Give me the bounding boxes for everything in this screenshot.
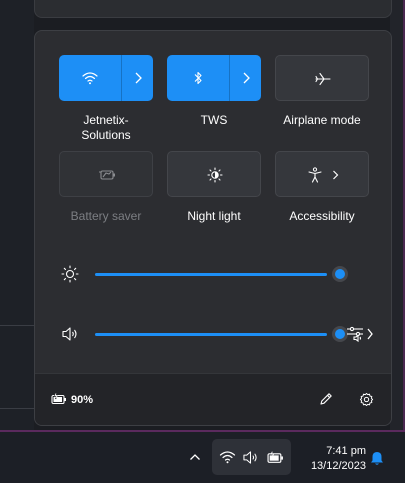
speaker-icon[interactable] <box>60 324 80 344</box>
speaker-icon <box>241 449 259 465</box>
pencil-icon[interactable] <box>316 389 336 409</box>
battery-charging-icon[interactable] <box>50 390 68 408</box>
brightness-track[interactable] <box>95 273 327 276</box>
notification-panel <box>34 0 392 18</box>
brightness-thumb[interactable] <box>332 266 348 282</box>
accessibility-label: Accessibility <box>289 209 355 223</box>
wifi-icon <box>218 449 236 465</box>
accessibility-tile[interactable] <box>275 151 369 197</box>
bluetooth-tile[interactable] <box>167 55 261 101</box>
wifi-icon[interactable] <box>59 55 121 101</box>
desktop-window-edge <box>0 325 34 409</box>
battery-percentage[interactable]: 90% <box>71 394 93 406</box>
bluetooth-tile-label: TWS <box>200 113 228 127</box>
night-light-label: Night light <box>187 209 241 223</box>
brightness-slider[interactable] <box>55 262 355 286</box>
wifi-tile[interactable] <box>59 55 153 101</box>
airplane-mode-label: Airplane mode <box>283 113 361 127</box>
quick-settings-footer: 90% <box>35 373 391 425</box>
accessibility-icon <box>304 152 326 198</box>
brightness-icon <box>60 264 80 284</box>
chevron-up-icon[interactable] <box>186 448 204 466</box>
taskbar-clock[interactable]: 7:41 pm 13/12/2023 <box>296 444 366 474</box>
gear-icon[interactable] <box>356 389 376 409</box>
chevron-right-icon[interactable] <box>328 152 342 198</box>
battery-saver-icon <box>60 152 154 198</box>
battery-saver-label: Battery saver <box>70 209 142 223</box>
night-light-icon <box>168 152 262 198</box>
system-tray-group[interactable] <box>212 439 291 475</box>
taskbar: 7:41 pm 13/12/2023 <box>0 432 405 483</box>
airplane-icon <box>276 56 370 102</box>
taskbar-time: 7:41 pm <box>326 445 366 457</box>
battery-saver-tile[interactable] <box>59 151 153 197</box>
chevron-right-icon[interactable] <box>122 55 153 101</box>
audio-output-button[interactable] <box>343 324 377 344</box>
night-light-tile[interactable] <box>167 151 261 197</box>
taskbar-date: 13/12/2023 <box>310 460 366 472</box>
volume-track[interactable] <box>95 333 327 336</box>
bell-icon[interactable] <box>368 449 386 467</box>
chevron-right-icon[interactable] <box>230 55 261 101</box>
bluetooth-icon[interactable] <box>167 55 229 101</box>
volume-slider[interactable] <box>55 322 355 346</box>
quick-settings-panel: Jetnetix- Solutions TWS Airplane mode Ba… <box>34 30 392 426</box>
airplane-mode-tile[interactable] <box>275 55 369 101</box>
battery-charging-icon <box>265 449 285 465</box>
wifi-tile-label: Jetnetix- Solutions <box>81 113 131 142</box>
